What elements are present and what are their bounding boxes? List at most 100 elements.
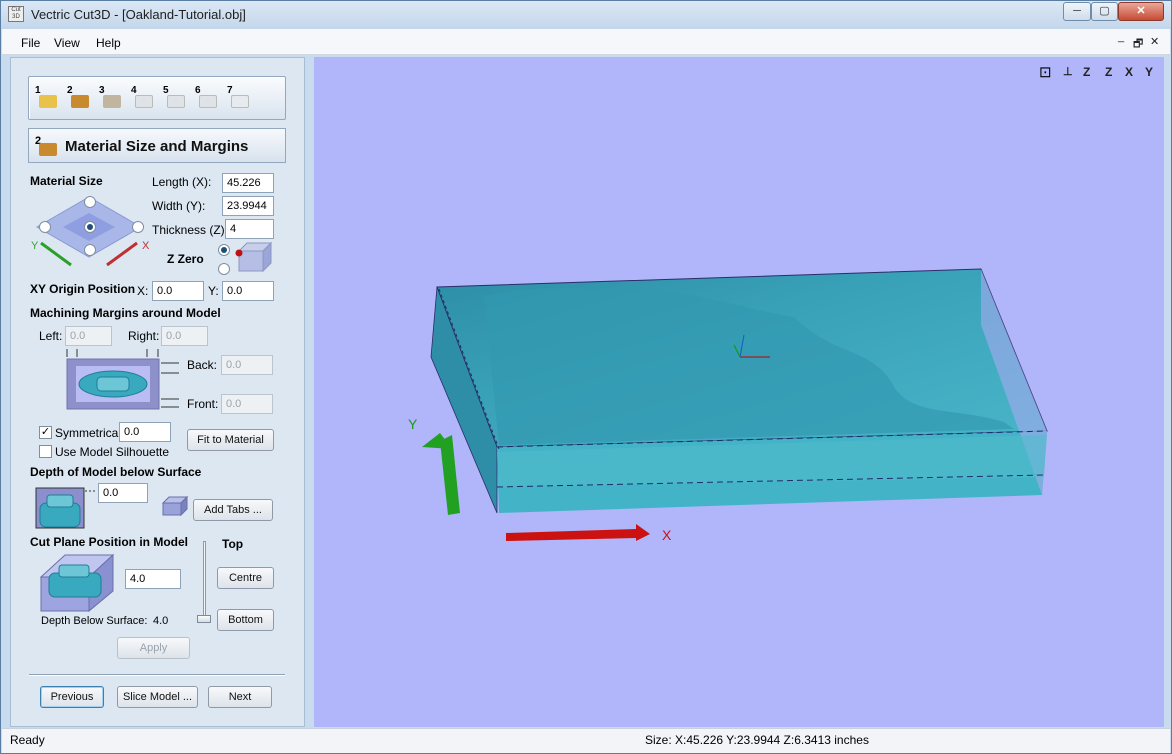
folder-icon [39,95,57,108]
zoom-all-icon[interactable]: ⊡ [1039,63,1052,81]
symmetrical-checkbox[interactable]: ✓ [39,426,52,439]
window-title: Vectric Cut3D - [Oakland-Tutorial.obj] [31,7,246,22]
step1-open-button[interactable]: 1 [35,85,59,111]
menu-bar: File View Help _ 🗗 ✕ [2,29,1170,55]
iso-view-icon[interactable]: ⊥ [1063,65,1073,78]
previous-button[interactable]: Previous [40,686,104,708]
app-icon[interactable]: Cut 3D [8,6,24,22]
origin-y-label: Y: [208,284,219,298]
title-bar: Cut 3D Vectric Cut3D - [Oakland-Tutorial… [1,1,1171,29]
y-axis-label: Y [408,416,418,432]
use-silhouette-checkbox[interactable] [39,445,52,458]
z-zero-top-radio[interactable] [218,244,230,256]
menu-view[interactable]: View [54,36,80,50]
z-zero-label: Z Zero [167,252,204,266]
bottom-button[interactable]: Bottom [217,609,274,631]
margin-left-input[interactable] [65,326,112,346]
z-zero-bottom-radio[interactable] [218,263,230,275]
margin-back-input[interactable] [221,355,273,375]
symmetrical-input[interactable] [119,422,171,442]
maximize-button[interactable]: ▢ [1091,2,1118,21]
status-size-readout: Size: X:45.226 Y:23.9944 Z:6.3413 inches [645,733,869,747]
step3-button[interactable]: 3 [99,85,123,111]
cut-plane-input[interactable] [125,569,181,589]
margins-preview [66,349,179,410]
section-heading: 2 Material Size and Margins [28,128,286,163]
bottom-view-icon[interactable]: Z [1105,65,1112,79]
width-label: Width (Y): [152,199,206,213]
menu-file[interactable]: File [21,36,40,50]
section-title: Material Size and Margins [65,138,249,155]
mdi-restore-button[interactable]: 🗗 [1133,35,1143,54]
mdi-close-button[interactable]: ✕ [1150,35,1159,48]
top-view-icon[interactable]: Z [1083,65,1090,79]
origin-back-radio[interactable] [84,196,96,208]
application-window: Cut 3D Vectric Cut3D - [Oakland-Tutorial… [0,0,1172,754]
cut-plane-label: Cut Plane Position in Model [30,535,189,549]
wizard-toolbar: 1 2 3 4 5 6 7 [28,76,286,120]
toolpath-icon [167,95,185,108]
origin-front-radio[interactable] [84,244,96,256]
fit-to-material-button[interactable]: Fit to Material [187,429,274,451]
side-view-icon[interactable]: Y [1145,65,1153,79]
length-input[interactable] [222,173,274,193]
centre-button[interactable]: Centre [217,567,274,589]
minimize-button[interactable]: ─ [1063,2,1091,21]
status-bar: Ready Size: X:45.226 Y:23.9944 Z:6.3413 … [2,728,1170,753]
material-x-axis-label: X [142,240,150,252]
margins-label: Machining Margins around Model [30,306,221,320]
margin-right-input[interactable] [161,326,208,346]
thickness-label: Thickness (Z): [152,223,229,237]
depth-below-surface-label: Depth Below Surface: [41,615,148,627]
material-block-icon [235,241,273,273]
3d-scene: X Y [408,268,1048,543]
depth-label: Depth of Model below Surface [30,465,202,479]
slice-model-button[interactable]: Slice Model ... [117,686,198,708]
add-tabs-button[interactable]: Add Tabs ... [193,499,273,521]
3d-viewport[interactable]: X Y ⊡ ⊥ Z Z X Y [314,57,1164,727]
step5-button[interactable]: 5 [163,85,187,111]
depth-below-surface-value: 4.0 [153,615,169,627]
symmetrical-label: Symmetrical [55,426,122,440]
depth-diagram [35,487,95,529]
cut-plane-diagram [39,553,115,613]
origin-centre-radio[interactable] [84,221,96,233]
step7-button[interactable]: 7 [227,85,251,111]
mdi-minimize-button[interactable]: _ [1118,31,1124,43]
material-icon [39,143,57,156]
origin-x-label: X: [137,284,149,298]
tool-icon [135,95,153,108]
thickness-input[interactable] [225,219,274,239]
close-button[interactable]: ✕ [1118,2,1164,21]
margin-back-label: Back: [187,358,218,372]
preview-icon [199,95,217,108]
x-axis-arrow [506,524,650,541]
width-input[interactable] [222,196,274,216]
margin-right-label: Right: [128,329,160,343]
use-silhouette-label: Use Model Silhouette [55,445,170,459]
margin-front-label: Front: [187,397,219,411]
step6-button[interactable]: 6 [195,85,219,111]
step2-material-button[interactable]: 2 [67,85,91,111]
depth-input[interactable] [98,483,148,503]
cut-plane-slider-track[interactable] [203,541,206,621]
origin-left-radio[interactable] [39,221,51,233]
orientation-icon [103,95,121,108]
step4-button[interactable]: 4 [131,85,155,111]
front-view-icon[interactable]: X [1125,65,1133,79]
origin-y-input[interactable] [222,281,274,301]
menu-help[interactable]: Help [96,36,121,50]
margin-front-input[interactable] [221,394,273,414]
cut-plane-top-label: Top [222,537,244,551]
origin-x-input[interactable] [152,281,204,301]
material-size-label: Material Size [30,174,103,188]
x-axis-label: X [662,527,672,543]
next-button[interactable]: Next [208,686,272,708]
material-icon [71,95,89,108]
origin-right-radio[interactable] [132,221,144,233]
length-label: Length (X): [152,175,212,189]
save-toolpath-icon [231,95,249,108]
apply-button[interactable]: Apply [117,637,190,659]
view-toolbar: ⊡ ⊥ Z Z X Y [1039,63,1159,83]
cut-plane-slider-thumb[interactable] [197,615,211,623]
